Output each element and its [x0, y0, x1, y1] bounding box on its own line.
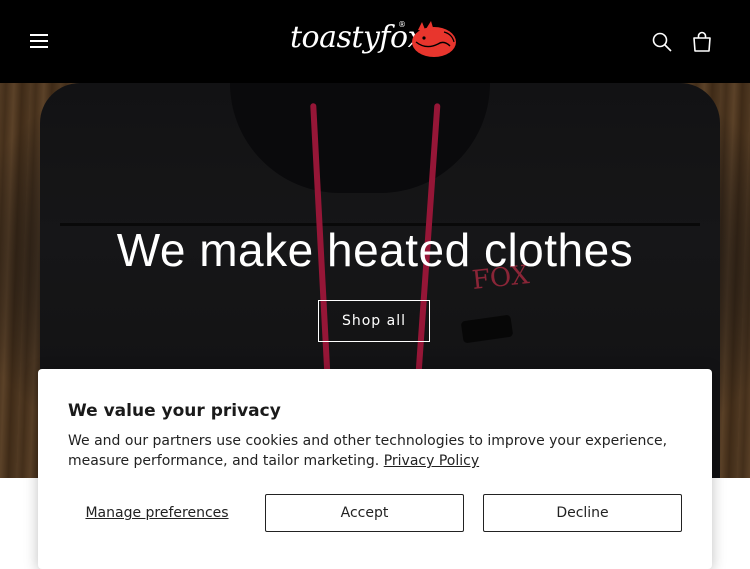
hamburger-menu-icon[interactable] — [26, 28, 52, 54]
decline-button[interactable]: Decline — [483, 494, 682, 532]
shop-all-button[interactable]: Shop all — [318, 300, 430, 342]
cookie-banner-title: We value your privacy — [68, 401, 281, 421]
cookie-consent-banner: We value your privacy We and our partner… — [38, 369, 712, 569]
hero-title: We make heated clothes — [116, 224, 634, 276]
cart-icon[interactable] — [690, 30, 714, 54]
search-icon[interactable] — [650, 30, 674, 54]
site-logo[interactable]: toastyfox ® — [290, 18, 460, 62]
site-header: toastyfox ® — [0, 0, 750, 83]
accept-button[interactable]: Accept — [265, 494, 464, 532]
privacy-policy-link[interactable]: Privacy Policy — [384, 453, 479, 469]
cookie-banner-body: We and our partners use cookies and othe… — [68, 433, 668, 469]
fox-logo-icon — [412, 21, 456, 57]
cookie-banner-text: We and our partners use cookies and othe… — [68, 431, 678, 471]
manage-preferences-link[interactable]: Manage preferences — [68, 494, 246, 532]
